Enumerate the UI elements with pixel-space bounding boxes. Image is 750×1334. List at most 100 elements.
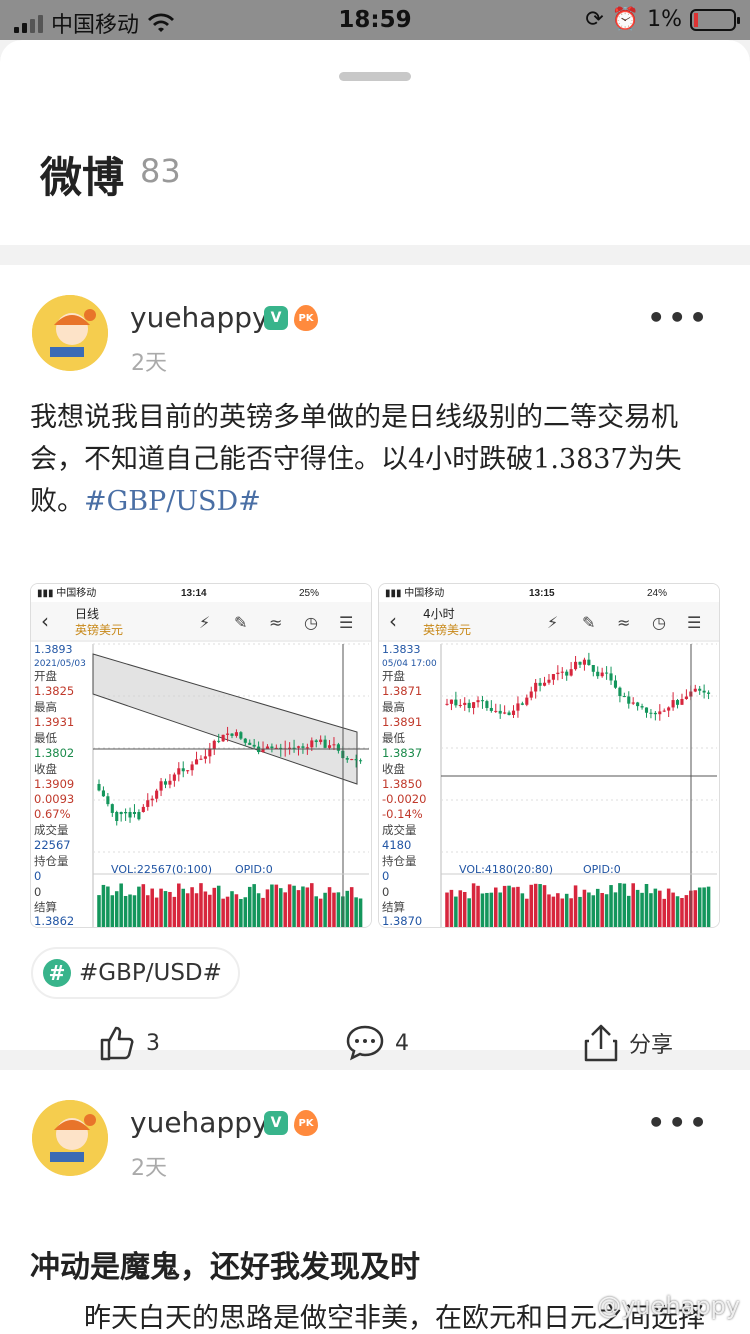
info-label: 1.3850	[382, 777, 422, 791]
candle-body	[168, 780, 172, 785]
volume-bar	[141, 884, 146, 927]
candle-body	[613, 680, 618, 688]
avatar[interactable]	[32, 1100, 108, 1176]
like-count: 3	[146, 1030, 160, 1056]
candle-body	[226, 733, 230, 735]
candle-body	[693, 688, 697, 692]
candle-body	[569, 669, 573, 676]
opid-label: OPID:0	[235, 863, 273, 876]
candle-body	[547, 679, 551, 683]
candle-body	[128, 812, 132, 818]
candle-body	[177, 768, 181, 775]
volume-bar	[618, 883, 622, 927]
candle-body	[463, 702, 467, 705]
alarm-icon: ⏰	[611, 7, 640, 32]
volume-bar	[243, 897, 248, 927]
candle-body	[252, 744, 256, 747]
candle-body	[618, 687, 622, 697]
candle-body	[327, 745, 332, 748]
candle-body	[605, 672, 609, 674]
rotation-lock-icon: ⟳	[585, 7, 604, 32]
info-label: 0.0093	[34, 792, 74, 806]
symbol-label: 英镑美元	[75, 622, 123, 637]
candle-body	[146, 800, 150, 807]
candle-body	[520, 703, 524, 705]
watermark: @yuehappy	[597, 1292, 740, 1320]
candle-body	[578, 661, 582, 665]
chart-image-2[interactable]: ▮▮▮ 中国移动 13:15 24% ‹ 4小时 英镑美元 ⚡ ✎ ≈ ◷ ☰ 1.3833 05/04…	[378, 583, 720, 928]
volume-bar	[591, 895, 596, 927]
volume-bar	[159, 888, 163, 927]
candle-body	[707, 692, 711, 694]
candle-body	[345, 758, 349, 760]
candle-body	[609, 673, 613, 681]
volume-bar	[635, 889, 640, 927]
candle-body	[489, 707, 493, 711]
battery-icon	[690, 8, 740, 31]
candle-body	[587, 659, 591, 666]
avatar[interactable]	[32, 295, 108, 371]
volume-bar	[671, 892, 675, 927]
candle-body	[684, 696, 688, 699]
candle-body	[476, 700, 480, 703]
volume-bar	[485, 892, 489, 927]
mini-status-carrier: ▮▮▮ 中国移动	[385, 586, 444, 599]
post-time: 2天	[131, 351, 167, 376]
candle-body	[498, 710, 502, 714]
chart-1-svg: ▮▮▮ 中国移动 13:14 25% ‹ 日线英镑美元 ⚡ ✎ ≈ ◷ ☰ 1.3893 2021/0…	[31, 584, 371, 927]
info-label: 1.3891	[382, 715, 422, 729]
volume-bar	[310, 883, 314, 927]
username[interactable]: yuehappy	[130, 301, 269, 334]
volume-bar	[168, 891, 172, 927]
share-button[interactable]: 分享	[583, 1023, 673, 1063]
more-options-icon[interactable]: •••	[647, 1106, 710, 1139]
bar-date: 05/04 17:00	[382, 659, 437, 669]
candle-body	[101, 790, 105, 797]
volume-bar	[225, 896, 230, 927]
hashtag-link[interactable]: #GBP/USD#	[84, 486, 261, 517]
info-label: 开盘	[382, 669, 405, 683]
candle-body	[155, 790, 159, 799]
pk-badge-icon: PK	[294, 305, 318, 331]
topic-pill[interactable]: # #GBP/USD#	[31, 947, 240, 999]
sheet-grabber[interactable]	[339, 72, 411, 81]
candle-body	[644, 707, 649, 713]
volume-bar	[283, 892, 287, 927]
info-label: 成交量	[382, 823, 417, 837]
volume-bar	[493, 887, 498, 927]
info-label: 1.3931	[34, 715, 74, 729]
thumbs-up-icon	[100, 1026, 134, 1061]
volume-bar	[706, 886, 711, 927]
candle-body	[600, 672, 604, 677]
candle-body	[622, 696, 626, 698]
username[interactable]: yuehappy	[130, 1106, 269, 1139]
candle-body	[150, 798, 154, 801]
back-icon: ‹	[389, 609, 397, 633]
candle-body	[115, 812, 119, 822]
volume-bar	[132, 895, 137, 927]
volume-bar	[181, 888, 186, 927]
volume-bar	[587, 892, 591, 927]
info-label: 0.67%	[34, 807, 71, 821]
more-options-icon[interactable]: •••	[647, 301, 710, 334]
volume-bar	[203, 891, 208, 927]
volume-bar	[551, 896, 556, 927]
volume-bar	[101, 884, 106, 927]
volume-bar	[296, 890, 301, 927]
volume-bar	[538, 884, 542, 927]
chart-image-1[interactable]: ▮▮▮ 中国移动 13:14 25% ‹ 日线 英镑美元 ⚡ ✎ ≈ ◷ ☰ 1.3893 2021/0…	[30, 583, 372, 928]
like-button[interactable]: 3	[96, 1023, 160, 1063]
candle-body	[354, 759, 358, 761]
candle-body	[507, 712, 511, 715]
volume-bar	[471, 883, 476, 927]
volume-bar	[270, 884, 274, 927]
period-label: 日线	[75, 607, 99, 621]
volume-bar	[525, 898, 529, 927]
comment-button[interactable]: 4	[345, 1023, 409, 1063]
volume-bar	[177, 883, 181, 927]
candle-body	[467, 702, 471, 709]
candle-body	[445, 703, 449, 705]
volume-bar	[194, 893, 199, 927]
volume-bar	[323, 892, 327, 927]
volume-bar	[327, 887, 332, 927]
